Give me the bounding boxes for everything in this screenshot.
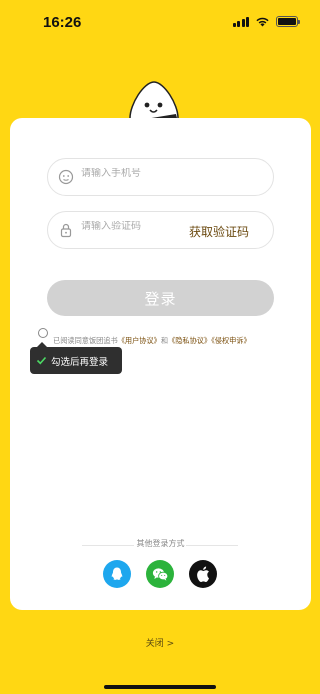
signal-icon bbox=[232, 16, 249, 27]
agreement-and: 和 bbox=[160, 336, 169, 345]
apple-icon bbox=[197, 566, 209, 582]
other-login-label: 其他登录方式 bbox=[136, 539, 185, 548]
other-login-title: 其他登录方式 bbox=[10, 538, 311, 552]
wechat-icon bbox=[152, 567, 168, 581]
tooltip-text: 勾选后再登录 bbox=[51, 356, 109, 368]
wechat-login-button[interactable] bbox=[146, 560, 174, 588]
apple-login-button[interactable] bbox=[189, 560, 217, 588]
agreement-prefix: 已阅读同意饭团追书 bbox=[53, 336, 118, 345]
agreement-checkbox[interactable] bbox=[38, 328, 48, 338]
check-icon bbox=[36, 356, 47, 365]
login-button[interactable]: 登录 bbox=[47, 280, 274, 316]
status-icons bbox=[232, 16, 300, 27]
status-bar: 16:26 bbox=[0, 0, 320, 46]
qq-icon bbox=[111, 567, 123, 580]
agreement-row: 已阅读同意饭团追书《用户协议》和《隐私协议》《侵权申诉》 bbox=[38, 328, 303, 345]
home-indicator[interactable] bbox=[104, 685, 216, 689]
qq-login-button[interactable] bbox=[103, 560, 131, 588]
phone-input[interactable] bbox=[81, 168, 201, 179]
complaint-link[interactable]: 《侵权申诉》 bbox=[211, 336, 251, 345]
user-agreement-link[interactable]: 《用户协议》 bbox=[118, 336, 161, 345]
code-input-row[interactable]: 获取验证码 bbox=[47, 211, 274, 249]
divider-right bbox=[186, 545, 238, 546]
get-code-button[interactable]: 获取验证码 bbox=[189, 223, 249, 240]
agreement-text: 已阅读同意饭团追书《用户协议》和《隐私协议》《侵权申诉》 bbox=[53, 336, 251, 346]
status-time: 16:26 bbox=[43, 14, 82, 31]
lock-icon bbox=[60, 223, 72, 238]
wifi-icon bbox=[256, 17, 269, 27]
agreement-tooltip: 勾选后再登录 bbox=[30, 342, 122, 374]
battery-icon bbox=[276, 16, 300, 27]
login-card: 获取验证码 登录 已阅读同意饭团追书《用户协议》和《隐私协议》《侵权申诉》 勾选… bbox=[10, 118, 311, 610]
close-link[interactable]: 关闭 > bbox=[0, 636, 320, 649]
code-input[interactable] bbox=[81, 221, 201, 232]
privacy-agreement-link[interactable]: 《隐私协议》 bbox=[168, 336, 211, 345]
phone-input-row[interactable] bbox=[47, 158, 274, 196]
user-face-icon bbox=[58, 169, 74, 185]
